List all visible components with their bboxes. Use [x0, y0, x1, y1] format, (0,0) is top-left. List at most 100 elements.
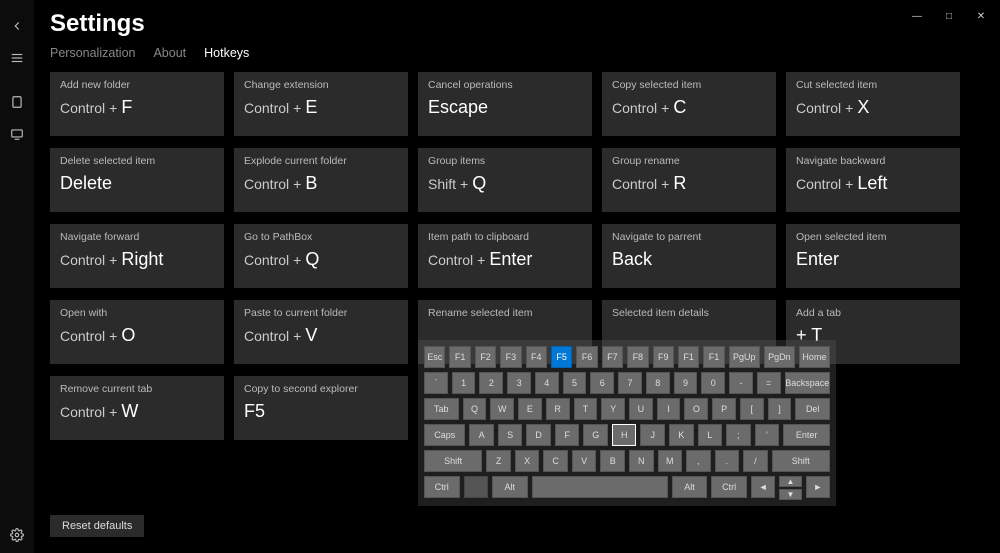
- key-►[interactable]: ►: [806, 476, 830, 498]
- key-s[interactable]: S: [498, 424, 523, 446]
- key-k[interactable]: K: [669, 424, 694, 446]
- key-f1[interactable]: F1: [703, 346, 724, 368]
- key-][interactable]: ]: [768, 398, 792, 420]
- key-del[interactable]: Del: [795, 398, 830, 420]
- key-t[interactable]: T: [574, 398, 598, 420]
- key-f[interactable]: F: [555, 424, 580, 446]
- hotkey-card[interactable]: Remove current tabControl+W: [50, 376, 224, 440]
- key-c[interactable]: C: [543, 450, 568, 472]
- key-n[interactable]: N: [629, 450, 654, 472]
- tab-about[interactable]: About: [153, 46, 186, 60]
- key-ctrl[interactable]: Ctrl: [424, 476, 460, 498]
- key-=[interactable]: =: [757, 372, 781, 394]
- key-f4[interactable]: F4: [526, 346, 547, 368]
- key-6[interactable]: 6: [590, 372, 614, 394]
- key-g[interactable]: G: [583, 424, 608, 446]
- key-shift[interactable]: Shift: [772, 450, 830, 472]
- key-u[interactable]: U: [629, 398, 653, 420]
- key-f5[interactable]: F5: [551, 346, 572, 368]
- key-caps[interactable]: Caps: [424, 424, 465, 446]
- hotkey-card[interactable]: Group renameControl+R: [602, 148, 776, 212]
- hotkey-card[interactable]: Go to PathBoxControl+Q: [234, 224, 408, 288]
- display-icon[interactable]: [7, 124, 27, 144]
- hotkey-card[interactable]: Item path to clipboardControl+Enter: [418, 224, 592, 288]
- key-e[interactable]: E: [518, 398, 542, 420]
- key-h[interactable]: H: [612, 424, 637, 446]
- key-f8[interactable]: F8: [627, 346, 648, 368]
- key-◄[interactable]: ◄: [751, 476, 775, 498]
- key-z[interactable]: Z: [486, 450, 511, 472]
- key-1[interactable]: 1: [452, 372, 476, 394]
- key-.[interactable]: .: [715, 450, 740, 472]
- hotkey-card[interactable]: Cut selected itemControl+X: [786, 72, 960, 136]
- key-a[interactable]: A: [469, 424, 494, 446]
- key-,[interactable]: ,: [686, 450, 711, 472]
- key-arrow[interactable]: ▼: [779, 489, 801, 500]
- key--[interactable]: -: [729, 372, 753, 394]
- key-blank[interactable]: [464, 476, 488, 498]
- hotkey-card[interactable]: Add new folderControl+F: [50, 72, 224, 136]
- settings-icon[interactable]: [7, 525, 27, 545]
- key-o[interactable]: O: [684, 398, 708, 420]
- key-/[interactable]: /: [743, 450, 768, 472]
- hotkey-card[interactable]: Delete selected itemDelete: [50, 148, 224, 212]
- key-space[interactable]: [532, 476, 668, 498]
- tab-hotkeys[interactable]: Hotkeys: [204, 46, 249, 60]
- hotkey-card[interactable]: Open selected itemEnter: [786, 224, 960, 288]
- hotkey-card[interactable]: Explode current folderControl+B: [234, 148, 408, 212]
- key-v[interactable]: V: [572, 450, 597, 472]
- key-backspace[interactable]: Backspace: [785, 372, 830, 394]
- key-j[interactable]: J: [640, 424, 665, 446]
- key-f3[interactable]: F3: [500, 346, 521, 368]
- key-p[interactable]: P: [712, 398, 736, 420]
- tablet-icon[interactable]: [7, 92, 27, 112]
- key-'[interactable]: ': [755, 424, 780, 446]
- key-4[interactable]: 4: [535, 372, 559, 394]
- hotkey-card[interactable]: Copy selected itemControl+C: [602, 72, 776, 136]
- key-x[interactable]: X: [515, 450, 540, 472]
- hotkey-card[interactable]: Navigate to parrentBack: [602, 224, 776, 288]
- key-f2[interactable]: F2: [475, 346, 496, 368]
- key-w[interactable]: W: [490, 398, 514, 420]
- key-home[interactable]: Home: [799, 346, 830, 368]
- key-pgdn[interactable]: PgDn: [764, 346, 795, 368]
- key-f1[interactable]: F1: [449, 346, 470, 368]
- key-esc[interactable]: Esc: [424, 346, 445, 368]
- key-f9[interactable]: F9: [653, 346, 674, 368]
- key-`[interactable]: `: [424, 372, 448, 394]
- hotkey-card[interactable]: Change extensionControl+E: [234, 72, 408, 136]
- key-l[interactable]: L: [698, 424, 723, 446]
- key-9[interactable]: 9: [674, 372, 698, 394]
- key-2[interactable]: 2: [479, 372, 503, 394]
- hotkey-card[interactable]: Open withControl+O: [50, 300, 224, 364]
- hotkey-card[interactable]: Navigate backwardControl+Left: [786, 148, 960, 212]
- reset-defaults-button[interactable]: Reset defaults: [50, 515, 144, 537]
- key-5[interactable]: 5: [563, 372, 587, 394]
- hotkey-card[interactable]: Cancel operationsEscape: [418, 72, 592, 136]
- key-;[interactable]: ;: [726, 424, 751, 446]
- key-ctrl[interactable]: Ctrl: [711, 476, 747, 498]
- key-pgup[interactable]: PgUp: [729, 346, 760, 368]
- key-arrow[interactable]: ▲: [779, 476, 801, 487]
- key-q[interactable]: Q: [463, 398, 487, 420]
- hotkey-card[interactable]: Navigate forwardControl+Right: [50, 224, 224, 288]
- key-f1[interactable]: F1: [678, 346, 699, 368]
- key-8[interactable]: 8: [646, 372, 670, 394]
- key-f7[interactable]: F7: [602, 346, 623, 368]
- hotkey-card[interactable]: Copy to second explorerF5: [234, 376, 408, 440]
- key-[[interactable]: [: [740, 398, 764, 420]
- key-enter[interactable]: Enter: [783, 424, 830, 446]
- menu-icon[interactable]: [7, 48, 27, 68]
- virtual-keyboard[interactable]: EscF1F2F3F4F5F6F7F8F9F1F1PgUpPgDnHome`12…: [418, 340, 836, 506]
- key-r[interactable]: R: [546, 398, 570, 420]
- key-alt[interactable]: Alt: [672, 476, 708, 498]
- key-d[interactable]: D: [526, 424, 551, 446]
- hotkey-card[interactable]: Group itemsShift+Q: [418, 148, 592, 212]
- key-i[interactable]: I: [657, 398, 681, 420]
- key-f6[interactable]: F6: [576, 346, 597, 368]
- key-0[interactable]: 0: [701, 372, 725, 394]
- key-y[interactable]: Y: [601, 398, 625, 420]
- key-tab[interactable]: Tab: [424, 398, 459, 420]
- key-3[interactable]: 3: [507, 372, 531, 394]
- key-b[interactable]: B: [600, 450, 625, 472]
